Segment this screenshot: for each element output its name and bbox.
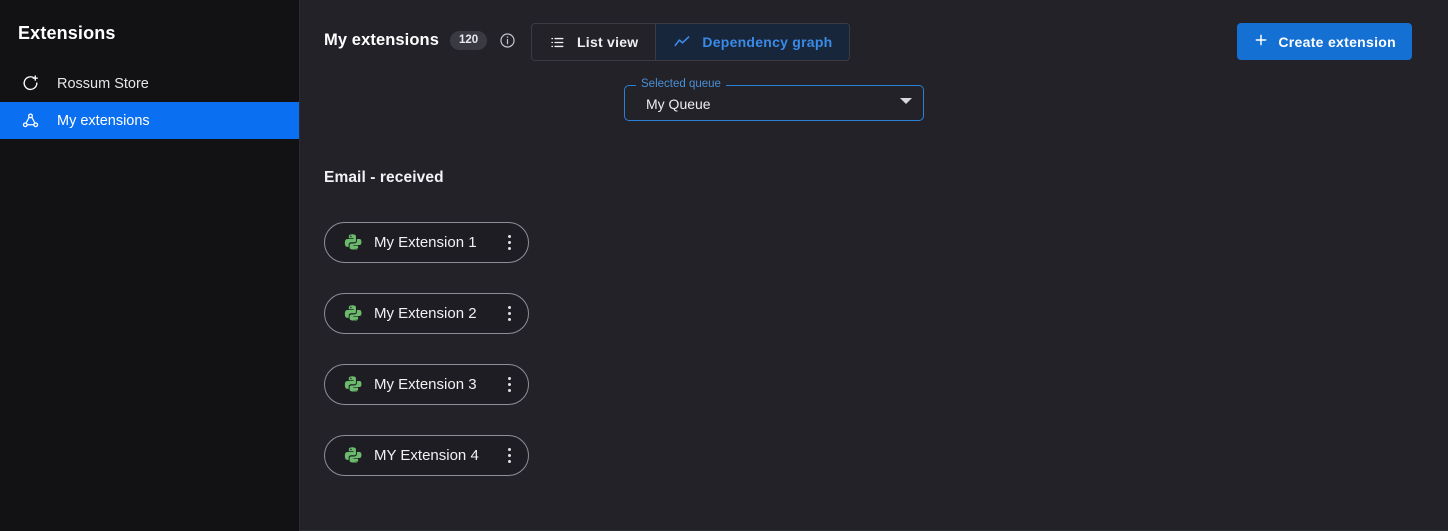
sidebar: Extensions Rossum Store My extensions [0, 0, 300, 531]
python-icon [343, 375, 363, 395]
hub-network-icon [20, 111, 40, 131]
more-vertical-icon[interactable] [498, 302, 520, 326]
list-icon [549, 34, 566, 51]
more-vertical-icon[interactable] [498, 231, 520, 255]
extension-count-badge: 120 [450, 30, 488, 50]
extensions-app: Extensions Rossum Store My extensions My… [0, 0, 1448, 531]
page-title-group: My extensions 120 [324, 30, 516, 50]
tab-label: List view [577, 34, 639, 50]
plus-icon [1253, 32, 1269, 51]
tab-label: Dependency graph [702, 34, 833, 50]
extension-node[interactable]: My Extension 1 [324, 222, 529, 263]
extension-node[interactable]: MY Extension 4 [324, 435, 529, 476]
extension-node-label: My Extension 3 [374, 376, 477, 393]
tab-dependency-graph[interactable]: Dependency graph [655, 24, 850, 60]
python-icon [343, 233, 363, 253]
more-vertical-icon[interactable] [498, 373, 520, 397]
top-toolbar: My extensions 120 List view Dependency g… [300, 0, 1448, 70]
create-extension-button[interactable]: Create extension [1237, 23, 1412, 60]
extension-node[interactable]: My Extension 3 [324, 364, 529, 405]
selected-queue-value: My Queue [646, 96, 711, 112]
line-chart-icon [673, 33, 691, 51]
main-content: My extensions 120 List view Dependency g… [300, 0, 1448, 531]
python-icon [343, 304, 363, 324]
create-extension-label: Create extension [1278, 33, 1396, 50]
sidebar-item-my-extensions[interactable]: My extensions [0, 102, 299, 139]
selected-queue-label: Selected queue [636, 78, 726, 91]
graph-group-title: Email - received [324, 169, 444, 186]
add-circle-icon [20, 74, 40, 94]
view-toggle-group: List view Dependency graph [531, 23, 851, 61]
more-vertical-icon[interactable] [498, 444, 520, 468]
extension-node-label: MY Extension 4 [374, 447, 479, 464]
sidebar-item-label: My extensions [57, 112, 150, 129]
sidebar-nav: Rossum Store My extensions [0, 65, 299, 139]
extension-node-label: My Extension 1 [374, 234, 477, 251]
info-circle-icon[interactable] [498, 31, 516, 49]
page-title: My extensions [324, 31, 440, 49]
extension-node[interactable]: My Extension 2 [324, 293, 529, 334]
sidebar-title: Extensions [18, 23, 116, 43]
tab-list-view[interactable]: List view [532, 24, 655, 60]
extension-node-label: My Extension 2 [374, 305, 477, 322]
extension-node-list: My Extension 1 My Extension 2 My Extensi… [324, 222, 529, 476]
chevron-down-icon [900, 98, 912, 104]
python-icon [343, 446, 363, 466]
sidebar-item-rossum-store[interactable]: Rossum Store [0, 65, 299, 102]
sidebar-item-label: Rossum Store [57, 75, 149, 92]
selected-queue-select[interactable]: Selected queue My Queue [624, 78, 924, 121]
